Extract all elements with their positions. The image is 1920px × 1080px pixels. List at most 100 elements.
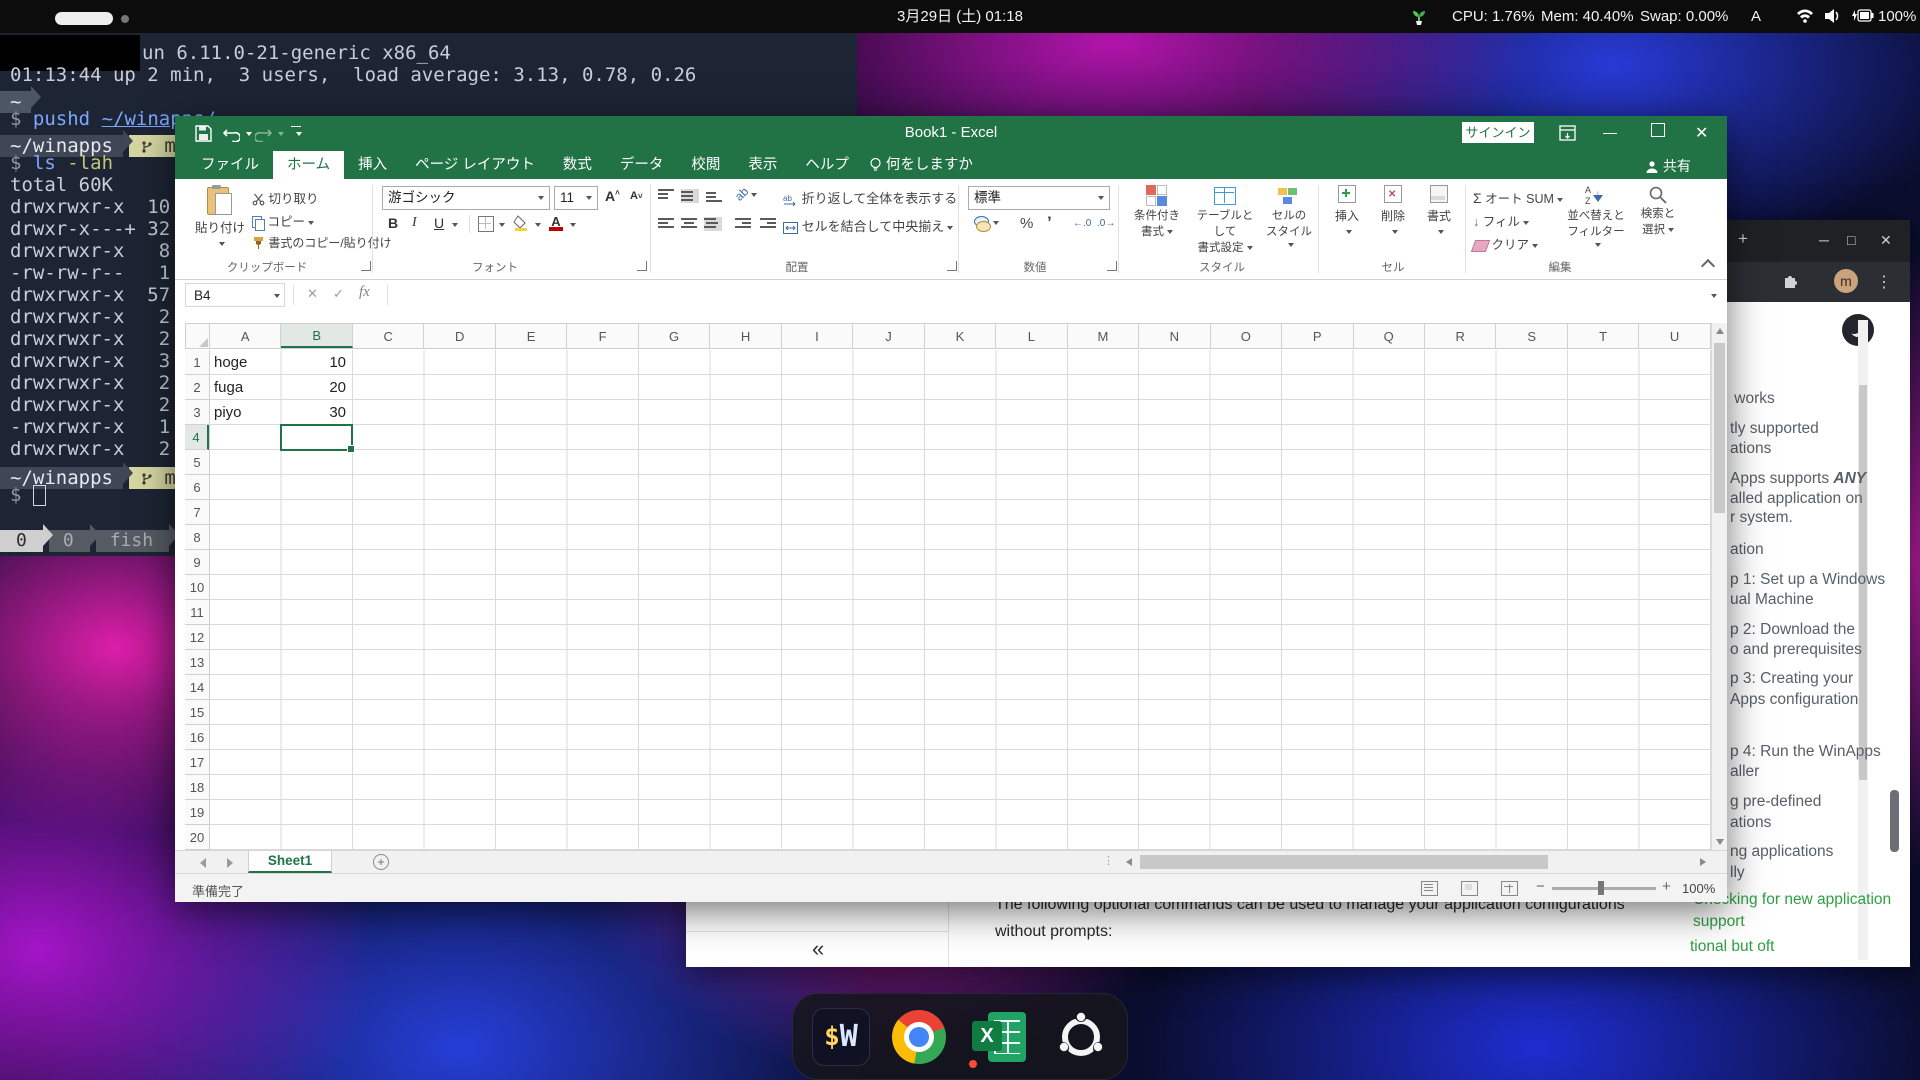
- battery-icon[interactable]: [1848, 9, 1874, 22]
- increase-decimal-button[interactable]: ←.0: [1073, 218, 1091, 229]
- column-header-D[interactable]: D: [424, 324, 495, 348]
- fill-color-dropdown[interactable]: [535, 223, 541, 227]
- column-header-T[interactable]: T: [1568, 324, 1639, 348]
- cell-B3[interactable]: 30: [282, 400, 346, 425]
- column-header-I[interactable]: I: [782, 324, 853, 348]
- selected-cell-B4[interactable]: [280, 424, 353, 451]
- cell-A2[interactable]: fuga: [214, 375, 278, 400]
- page-scrollbar-thumb[interactable]: [1890, 790, 1899, 852]
- row-header-2[interactable]: 2: [185, 375, 209, 400]
- row-header-1[interactable]: 1: [185, 350, 209, 375]
- row-header-7[interactable]: 7: [185, 500, 209, 525]
- row-header-19[interactable]: 19: [185, 800, 209, 825]
- insert-function-button[interactable]: fx: [359, 284, 370, 301]
- ribbon-tab-6[interactable]: データ: [606, 151, 678, 179]
- ribbon-tab-8[interactable]: 表示: [734, 151, 791, 179]
- percent-style-button[interactable]: %: [1020, 215, 1033, 232]
- window-minimize-button[interactable]: ─: [1819, 232, 1829, 248]
- fill-button[interactable]: ↓ フィル: [1473, 211, 1529, 230]
- autosum-button[interactable]: Σ オート SUM: [1473, 188, 1563, 207]
- row-header-12[interactable]: 12: [185, 625, 209, 650]
- row-header-13[interactable]: 13: [185, 650, 209, 675]
- number-format-select[interactable]: 標準: [968, 186, 1110, 210]
- cells-area[interactable]: hoge10fuga20piyo30: [210, 350, 1711, 850]
- extensions-puzzle-icon[interactable]: [1782, 272, 1800, 290]
- decrease-decimal-button[interactable]: .0→: [1097, 218, 1115, 229]
- font-size-select[interactable]: 11: [554, 186, 598, 210]
- number-dialog-launcher[interactable]: [1107, 261, 1117, 271]
- dock-chrome-icon[interactable]: [890, 1008, 948, 1066]
- column-header-G[interactable]: G: [639, 324, 710, 348]
- column-header-N[interactable]: N: [1139, 324, 1210, 348]
- bold-button[interactable]: B: [388, 215, 398, 231]
- column-header-O[interactable]: O: [1211, 324, 1282, 348]
- excel-close-button[interactable]: ✕: [1695, 123, 1708, 143]
- sheet-nav-right[interactable]: [227, 858, 233, 868]
- font-color-dropdown[interactable]: [570, 223, 576, 227]
- clear-button[interactable]: クリア: [1473, 234, 1538, 253]
- column-header-S[interactable]: S: [1496, 324, 1567, 348]
- zoom-in-button[interactable]: +: [1662, 878, 1671, 895]
- row-header-8[interactable]: 8: [185, 525, 209, 550]
- format-as-table-button[interactable]: テーブルとして書式設定: [1192, 185, 1258, 255]
- input-method-indicator[interactable]: A: [1751, 7, 1761, 26]
- normal-view-button[interactable]: [1421, 881, 1438, 896]
- column-header-P[interactable]: P: [1282, 324, 1353, 348]
- row-header-16[interactable]: 16: [185, 725, 209, 750]
- borders-dropdown[interactable]: [499, 223, 505, 227]
- italic-button[interactable]: I: [412, 215, 417, 231]
- orientation-button[interactable]: ab: [735, 187, 757, 201]
- collapse-ribbon-chevron[interactable]: [1701, 259, 1715, 273]
- zoom-slider-track[interactable]: [1552, 887, 1656, 890]
- cell-A3[interactable]: piyo: [214, 400, 278, 425]
- insert-cells-button[interactable]: 挿入: [1326, 185, 1368, 238]
- profile-avatar[interactable]: m: [1834, 269, 1858, 293]
- readme-scrollbar[interactable]: [1858, 320, 1868, 960]
- vertical-align-buttons[interactable]: [658, 189, 722, 203]
- new-tab-button[interactable]: +: [1738, 229, 1748, 249]
- formula-input[interactable]: [393, 283, 1688, 307]
- column-header-E[interactable]: E: [496, 324, 567, 348]
- row-header-4[interactable]: 4: [185, 425, 209, 450]
- name-box[interactable]: B4: [185, 283, 285, 307]
- copy-button[interactable]: コピー: [252, 211, 314, 230]
- ribbon-display-options-icon[interactable]: [1559, 125, 1576, 141]
- volume-icon[interactable]: [1824, 8, 1841, 24]
- vertical-scrollbar[interactable]: [1711, 323, 1727, 850]
- zoom-slider-thumb[interactable]: [1598, 881, 1604, 895]
- cell-A1[interactable]: hoge: [214, 350, 278, 375]
- readme-link[interactable]: support: [1693, 913, 1745, 931]
- column-headers[interactable]: ABCDEFGHIJKLMNOPQRSTU: [210, 323, 1711, 349]
- wrap-text-button[interactable]: ab 折り返して全体を表示する: [783, 188, 957, 207]
- clipboard-dialog-launcher[interactable]: [361, 261, 371, 271]
- expand-formula-bar[interactable]: [1711, 294, 1717, 298]
- select-all-corner[interactable]: [185, 323, 210, 349]
- share-button[interactable]: 共有: [1645, 156, 1691, 176]
- conditional-formatting-button[interactable]: 条件付き書式: [1126, 185, 1188, 239]
- add-sheet-button[interactable]: +: [373, 854, 389, 870]
- alignment-dialog-launcher[interactable]: [947, 261, 957, 271]
- sidebar-collapse-button[interactable]: «: [812, 936, 824, 962]
- column-header-K[interactable]: K: [925, 324, 996, 348]
- ribbon-tab-1[interactable]: ファイル: [187, 151, 273, 179]
- dock-ubuntu-icon[interactable]: [1052, 1008, 1110, 1066]
- comma-style-button[interactable]: ’: [1047, 213, 1052, 233]
- tab-scroll-splitter[interactable]: ⋮: [1103, 854, 1115, 867]
- increase-font-button[interactable]: A˄: [605, 188, 620, 204]
- format-cells-button[interactable]: 書式: [1418, 185, 1460, 238]
- kebab-menu-icon[interactable]: ⋮: [1876, 272, 1892, 292]
- cell-styles-button[interactable]: セルのスタイル: [1262, 185, 1316, 251]
- row-header-10[interactable]: 10: [185, 575, 209, 600]
- column-header-H[interactable]: H: [710, 324, 781, 348]
- row-header-11[interactable]: 11: [185, 600, 209, 625]
- horizontal-scrollbar[interactable]: [1120, 853, 1712, 871]
- column-header-M[interactable]: M: [1068, 324, 1139, 348]
- ribbon-tab-7[interactable]: 校閲: [677, 151, 734, 179]
- delete-cells-button[interactable]: ✕ 削除: [1372, 185, 1414, 238]
- horizontal-align-buttons[interactable]: [658, 217, 722, 231]
- indent-buttons[interactable]: [735, 217, 776, 229]
- find-select-button[interactable]: 検索と選択: [1631, 185, 1685, 237]
- zoom-level[interactable]: 100%: [1682, 881, 1715, 896]
- cell-B2[interactable]: 20: [282, 375, 346, 400]
- window-close-button[interactable]: ✕: [1880, 232, 1892, 249]
